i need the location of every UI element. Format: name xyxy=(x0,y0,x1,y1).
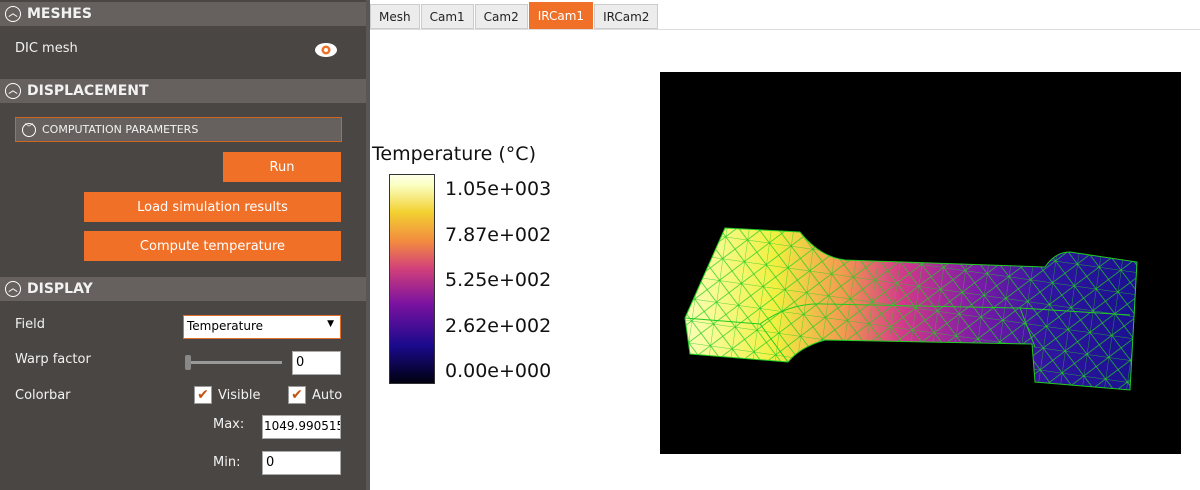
visible-label: Visible xyxy=(218,388,261,403)
view-tabs: Mesh Cam1 Cam2 IRCam1 IRCam2 xyxy=(370,2,659,29)
load-simulation-results-button[interactable]: Load simulation results xyxy=(84,192,341,222)
max-label: Max: xyxy=(213,417,245,432)
tab-cam2[interactable]: Cam2 xyxy=(474,4,528,29)
chevron-up-icon: ︿ xyxy=(5,83,21,99)
dropdown-arrow-icon: ▼ xyxy=(327,319,334,329)
run-button[interactable]: Run xyxy=(223,152,341,182)
section-header-displacement[interactable]: ︿ DISPLACEMENT xyxy=(0,79,366,103)
auto-checkbox[interactable]: ✔ xyxy=(288,386,306,404)
auto-label: Auto xyxy=(312,388,343,403)
compute-temperature-button[interactable]: Compute temperature xyxy=(84,231,341,261)
field-dropdown[interactable]: Temperature ▼ xyxy=(183,315,341,339)
colorbar-tick: 2.62e+002 xyxy=(445,315,552,337)
splitter[interactable] xyxy=(366,0,370,490)
min-label: Min: xyxy=(213,455,241,470)
field-label: Field xyxy=(15,317,46,332)
colorbar-tick: 0.00e+000 xyxy=(445,360,552,382)
colorbar-tick: 5.25e+002 xyxy=(445,269,552,291)
tab-cam1[interactable]: Cam1 xyxy=(420,4,474,29)
colorbar-tick: 7.87e+002 xyxy=(445,224,552,246)
eye-icon[interactable] xyxy=(314,42,338,58)
temperature-mesh-render xyxy=(684,227,1138,391)
section-header-meshes[interactable]: ︿ MESHES xyxy=(0,2,366,26)
colorbar-tick: 1.05e+003 xyxy=(445,178,552,200)
computation-parameters-expander[interactable]: ﹀ COMPUTATION PARAMETERS xyxy=(15,117,342,142)
tab-ircam2[interactable]: IRCam2 xyxy=(594,4,659,29)
max-input[interactable]: 1049.990515 xyxy=(262,415,341,439)
min-input[interactable]: 0 xyxy=(262,451,341,475)
colorbar xyxy=(389,174,435,384)
tab-mesh[interactable]: Mesh xyxy=(370,4,420,29)
sidebar: ︿ MESHES DIC mesh ︿ DISPLACEMENT ﹀ COMPUTAT… xyxy=(0,0,366,490)
chevron-up-icon: ︿ xyxy=(5,6,21,22)
warp-factor-label: Warp factor xyxy=(15,352,91,367)
tab-divider xyxy=(370,29,1200,30)
section-header-display[interactable]: ︿ DISPLAY xyxy=(0,277,366,301)
visible-checkbox[interactable]: ✔ xyxy=(194,386,212,404)
dic-mesh-label: DIC mesh xyxy=(15,41,78,56)
3d-viewport[interactable] xyxy=(660,72,1181,454)
tab-ircam1[interactable]: IRCam1 xyxy=(528,2,594,29)
warp-factor-slider[interactable] xyxy=(185,355,282,370)
slider-thumb[interactable] xyxy=(185,355,191,370)
colorbar-label: Colorbar xyxy=(15,388,71,403)
colorbar-title: Temperature (°C) xyxy=(372,143,536,165)
chevron-down-icon: ﹀ xyxy=(22,122,36,137)
chevron-up-icon: ︿ xyxy=(5,281,21,297)
warp-factor-input[interactable]: 0 xyxy=(292,351,341,375)
